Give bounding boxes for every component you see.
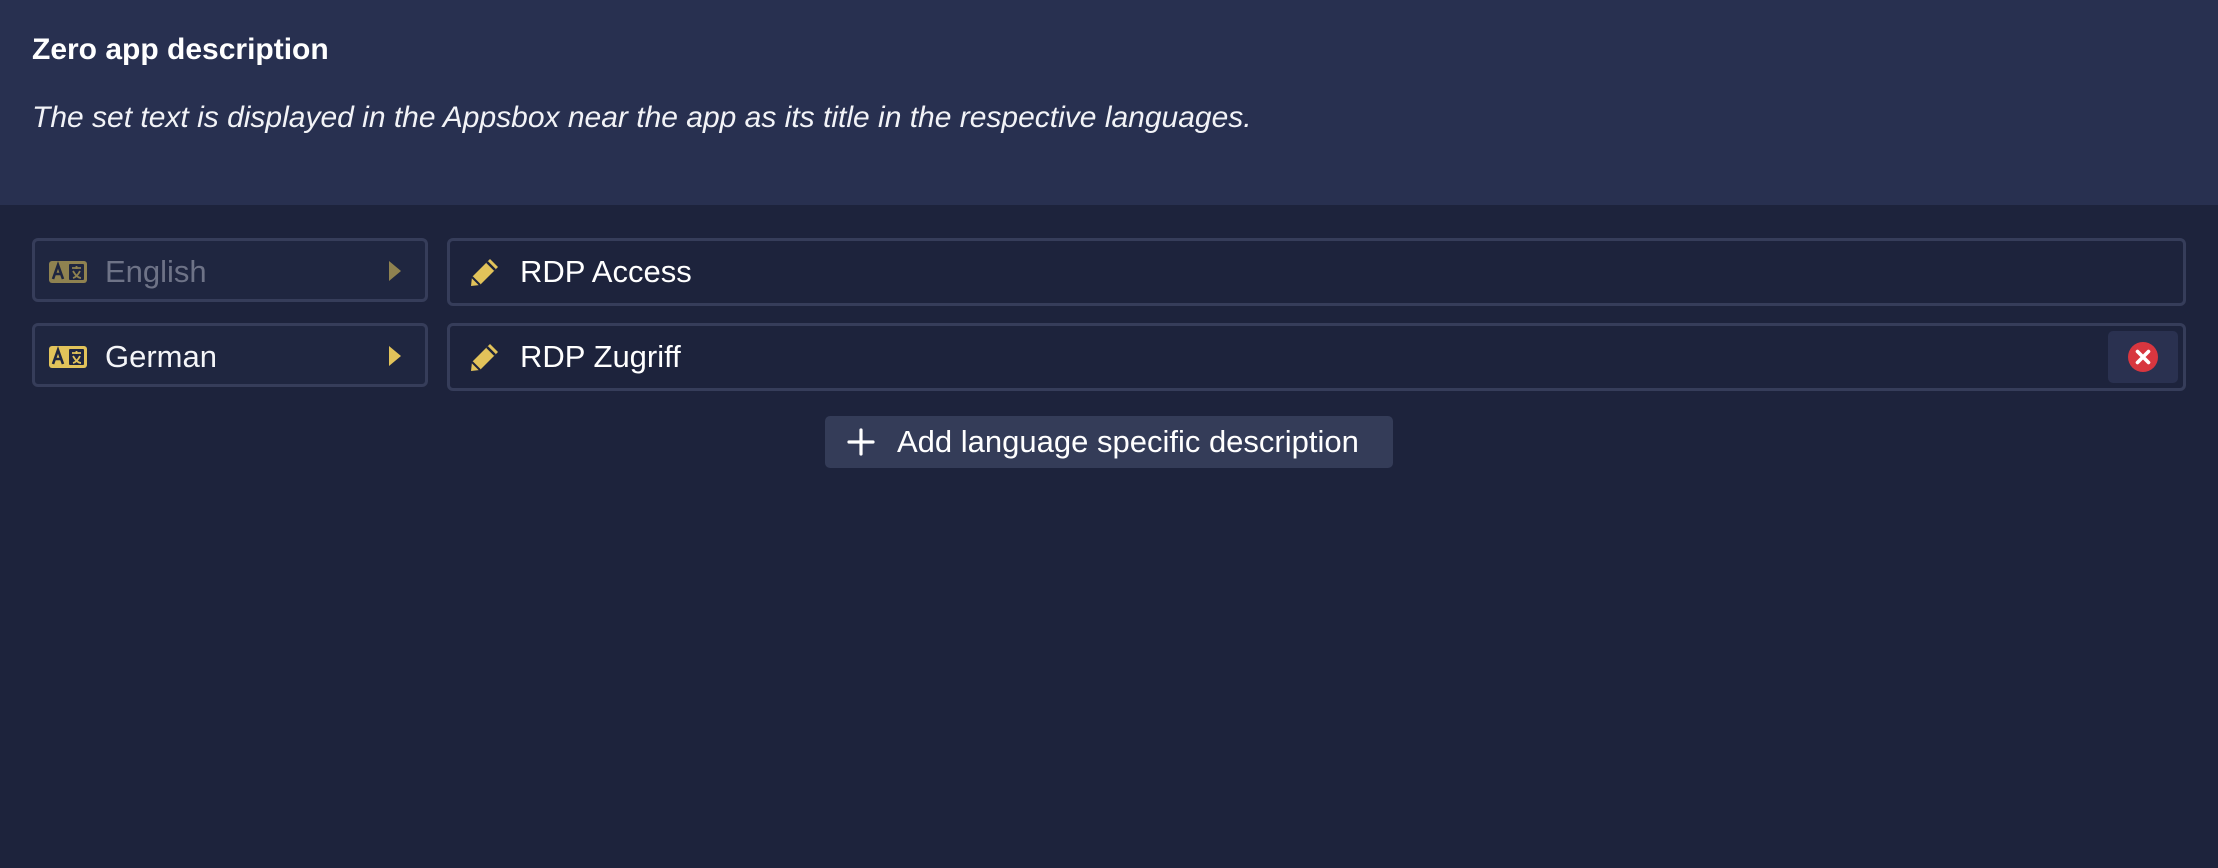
- language-row-english: English RDP Access: [32, 238, 2186, 306]
- caret-right-icon: [389, 261, 401, 281]
- description-value: RDP Access: [520, 254, 692, 289]
- language-label: German: [105, 339, 217, 374]
- language-select-german[interactable]: German: [32, 323, 428, 387]
- description-input-english[interactable]: RDP Access: [447, 238, 2186, 306]
- section-description: The set text is displayed in the Appsbox…: [32, 101, 1252, 134]
- section-header: Zero app description The set text is dis…: [0, 0, 2218, 205]
- caret-right-icon: [389, 346, 401, 366]
- description-value: RDP Zugriff: [520, 339, 681, 374]
- close-circle-icon: [2128, 342, 2158, 372]
- remove-language-button[interactable]: [2108, 331, 2178, 383]
- language-label: English: [105, 254, 207, 289]
- pencil-icon: [471, 344, 498, 371]
- language-row-german: German RDP Zugriff: [32, 323, 2186, 391]
- pencil-icon: [471, 259, 498, 286]
- description-input-german[interactable]: RDP Zugriff: [447, 323, 2186, 391]
- plus-icon: [847, 428, 875, 456]
- section-title: Zero app description: [32, 33, 329, 66]
- translate-icon: [49, 261, 87, 283]
- translate-icon: [49, 346, 87, 368]
- description-panel: Zero app description The set text is dis…: [0, 0, 2218, 868]
- add-language-description-button[interactable]: Add language specific description: [825, 416, 1393, 468]
- language-select-english[interactable]: English: [32, 238, 428, 302]
- add-button-label: Add language specific description: [897, 424, 1359, 459]
